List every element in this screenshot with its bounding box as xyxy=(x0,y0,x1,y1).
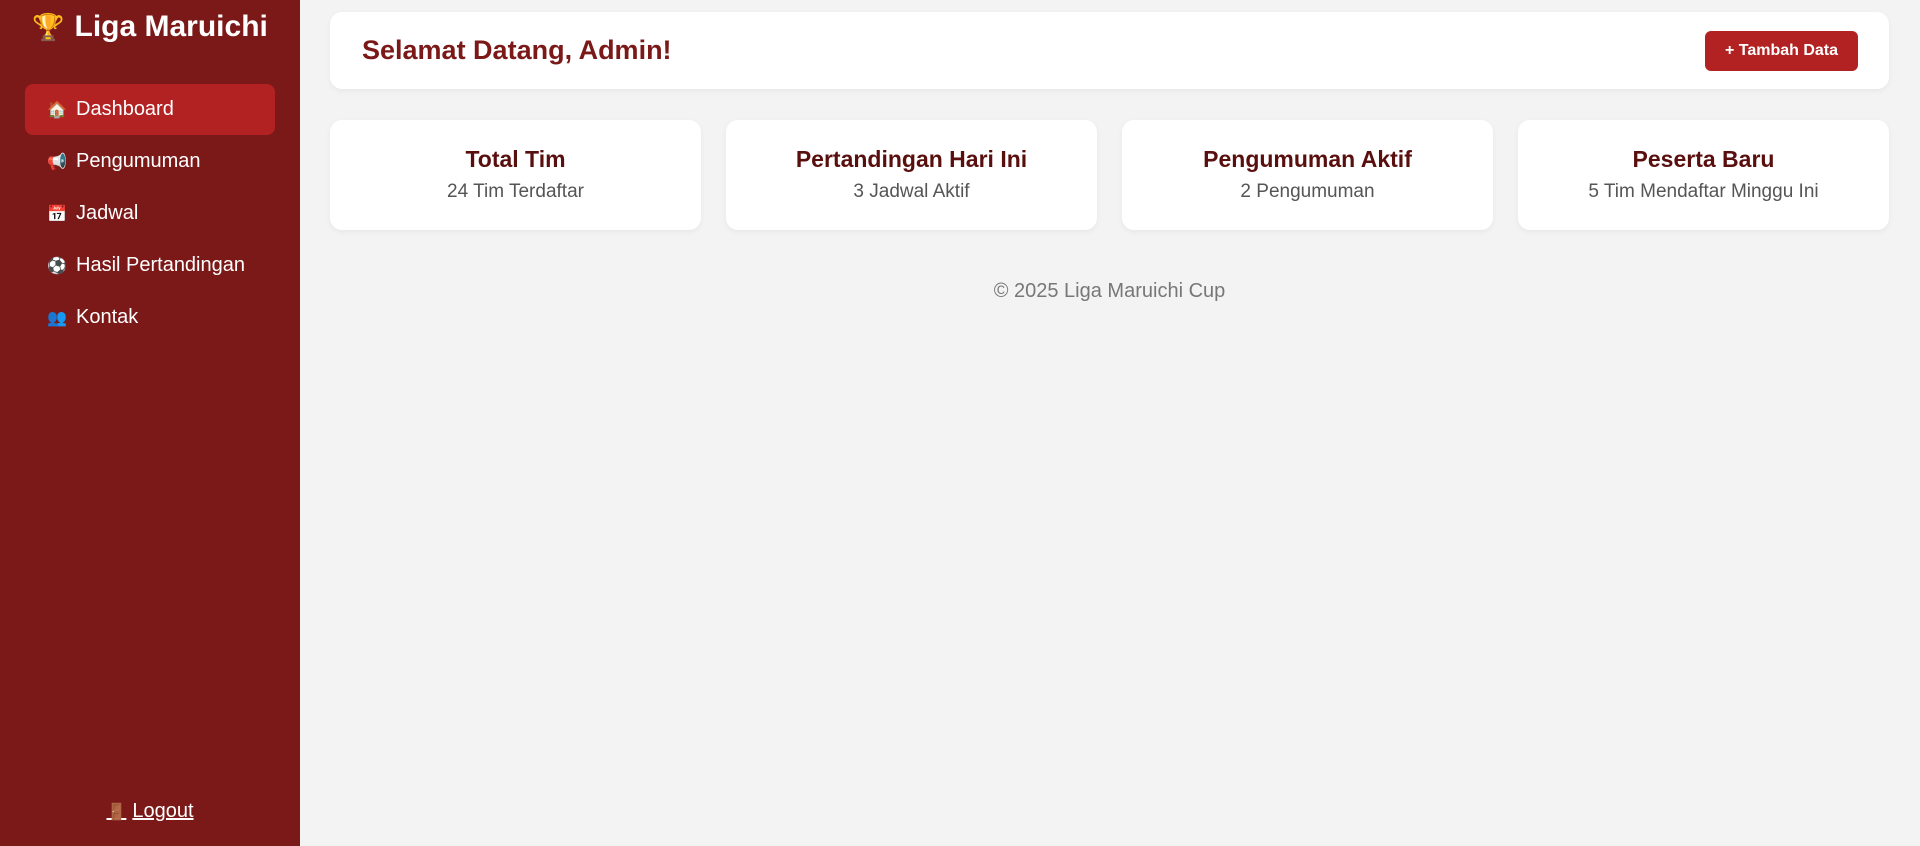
sidebar-item-dashboard[interactable]: 🏠 Dashboard xyxy=(25,84,275,135)
sidebar-item-hasil-pertandingan[interactable]: ⚽ Hasil Pertandingan xyxy=(25,240,275,291)
sidebar-item-label: Pengumuman xyxy=(76,150,201,172)
stat-card-peserta-baru: Peserta Baru 5 Tim Mendaftar Minggu Ini xyxy=(1518,120,1889,230)
add-data-button[interactable]: + Tambah Data xyxy=(1705,30,1858,71)
sidebar-item-label: Kontak xyxy=(76,306,139,328)
sidebar-item-label: Hasil Pertandingan xyxy=(76,254,245,276)
sidebar-item-pengumuman[interactable]: 📢 Pengumuman xyxy=(25,136,275,187)
main-content: Selamat Datang, Admin! + Tambah Data Tot… xyxy=(330,12,1889,303)
sidebar-item-label: Dashboard xyxy=(76,98,174,120)
stat-card-value: 5 Tim Mendaftar Minggu Ini xyxy=(1588,181,1819,202)
stat-card-title: Total Tim xyxy=(465,146,566,172)
stat-card-pertandingan: Pertandingan Hari Ini 3 Jadwal Aktif xyxy=(726,120,1097,230)
page-title: Selamat Datang, Admin! xyxy=(362,35,672,65)
sidebar-item-label: Jadwal xyxy=(76,202,139,224)
door-icon: 🚪 xyxy=(106,804,127,821)
sidebar-item-jadwal[interactable]: 📅 Jadwal xyxy=(25,188,275,239)
stat-card-value: 2 Pengumuman xyxy=(1240,181,1375,202)
header: Selamat Datang, Admin! + Tambah Data xyxy=(330,12,1889,89)
sidebar: 🏆 Liga Maruichi 🏠 Dashboard 📢 Pengumuman … xyxy=(0,0,300,846)
home-icon: 🏠 xyxy=(47,101,67,119)
calendar-icon: 📅 xyxy=(47,205,67,223)
stats-cards: Total Tim 24 Tim Terdaftar Pertandingan … xyxy=(330,120,1889,230)
sidebar-item-kontak[interactable]: 👥 Kontak xyxy=(25,292,275,343)
logout-label: Logout xyxy=(132,800,194,822)
brand-title: Liga Maruichi xyxy=(74,10,268,43)
megaphone-icon: 📢 xyxy=(47,153,67,171)
footer: © 2025 Liga Maruichi Cup xyxy=(993,280,1226,302)
stat-card-pengumuman: Pengumuman Aktif 2 Pengumuman xyxy=(1122,120,1493,230)
logout-link[interactable]: 🚪 Logout xyxy=(0,800,300,823)
brand: 🏆 Liga Maruichi xyxy=(0,8,300,46)
soccer-ball-icon: ⚽ xyxy=(47,257,67,275)
stat-card-value: 3 Jadwal Aktif xyxy=(853,181,970,202)
stat-card-title: Peserta Baru xyxy=(1632,146,1775,172)
trophy-icon: 🏆 xyxy=(32,12,65,42)
stat-card-title: Pengumuman Aktif xyxy=(1203,146,1412,172)
stat-card-value: 24 Tim Terdaftar xyxy=(447,181,584,202)
stat-card-title: Pertandingan Hari Ini xyxy=(795,146,1028,172)
people-icon: 👥 xyxy=(47,309,67,327)
sidebar-nav: 🏠 Dashboard 📢 Pengumuman 📅 Jadwal ⚽ Hasi… xyxy=(25,84,275,344)
stat-card-total-tim: Total Tim 24 Tim Terdaftar xyxy=(330,120,701,230)
